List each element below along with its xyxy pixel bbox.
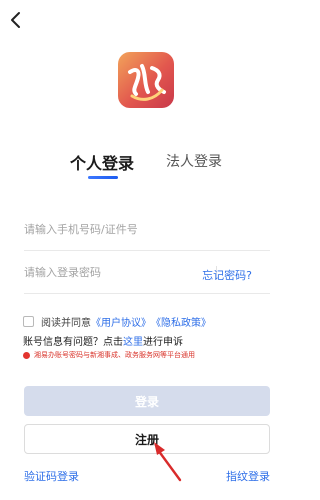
phone-input[interactable] <box>24 223 194 236</box>
user-agreement-link[interactable]: 《用户协议》 <box>91 314 151 329</box>
fingerprint-login-link[interactable]: 指纹登录 <box>226 468 270 484</box>
chevron-left-icon[interactable] <box>8 10 24 30</box>
tab-personal-login[interactable]: 个人登录 <box>70 150 134 174</box>
account-help: 账号信息有问题？点击这里进行申诉 <box>23 333 183 348</box>
agree-checkbox[interactable] <box>23 316 34 327</box>
agreement-prefix: 阅读并同意 <box>41 318 91 329</box>
notice-text: 湘易办账号密码与新湘事成、政务服务网等平台通用 <box>34 351 195 359</box>
app-logo <box>118 52 174 108</box>
password-field: 忘记密码? <box>24 254 270 294</box>
tab-legal-login[interactable]: 法人登录 <box>166 151 222 171</box>
phone-field <box>24 211 270 251</box>
help-prefix: 账号信息有问题？点击 <box>23 337 123 348</box>
password-input[interactable] <box>24 266 194 279</box>
red-arrow-annotation <box>154 442 182 482</box>
register-button[interactable]: 注册 <box>24 424 270 454</box>
login-button[interactable]: 登录 <box>24 386 270 416</box>
appeal-link[interactable]: 这里 <box>123 337 143 348</box>
tab-indicator <box>88 176 118 179</box>
agreement-row: 阅读并同意 《用户协议》 《隐私政策》 <box>23 314 211 329</box>
alert-dot-icon <box>23 351 30 359</box>
notice-row: 湘易办账号密码与新湘事成、政务服务网等平台通用 <box>23 350 195 360</box>
help-suffix: 进行申诉 <box>143 337 183 348</box>
privacy-policy-link[interactable]: 《隐私政策》 <box>151 314 211 329</box>
forgot-password-link[interactable]: 忘记密码? <box>202 267 252 283</box>
sms-login-link[interactable]: 验证码登录 <box>24 468 79 484</box>
